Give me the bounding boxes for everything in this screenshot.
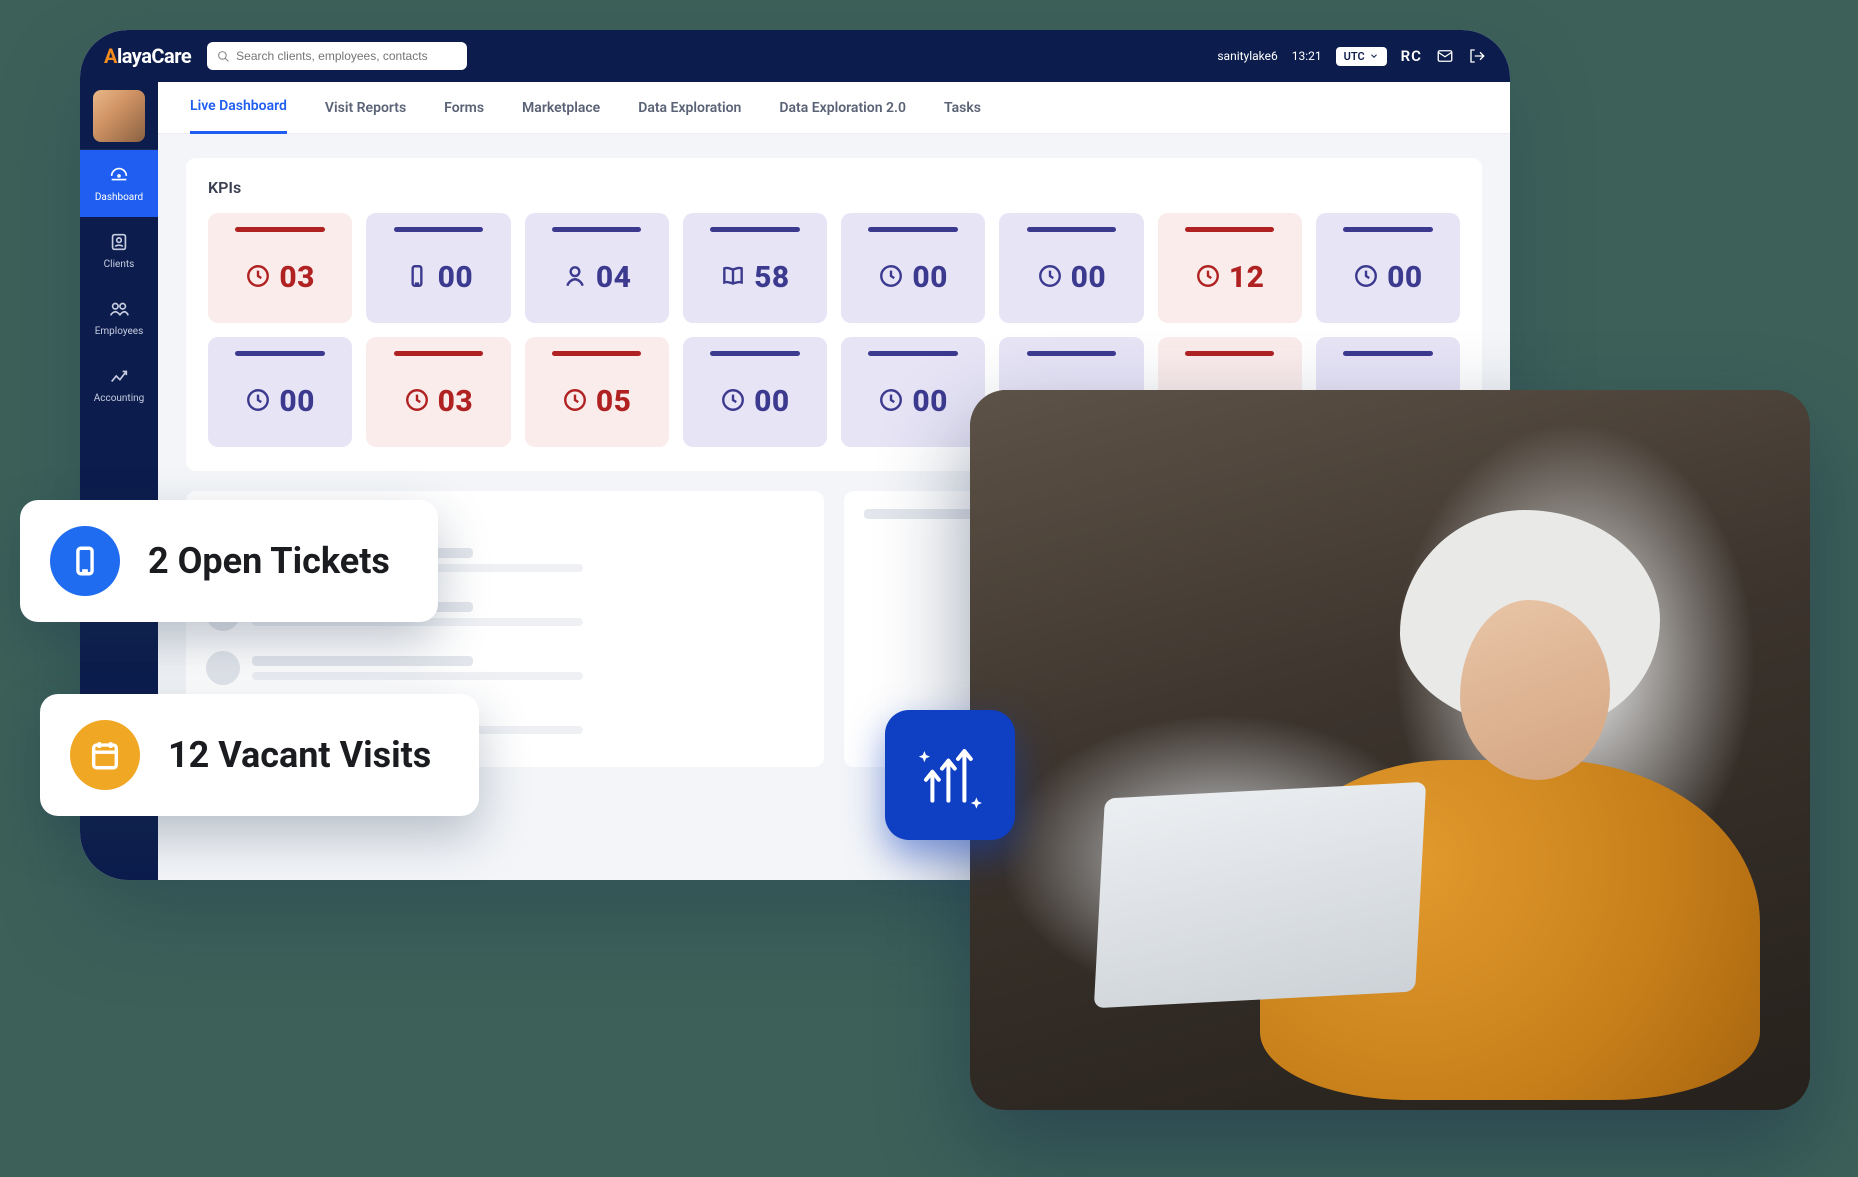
clock-icon xyxy=(720,387,746,417)
kpi-accent-bar xyxy=(1343,227,1432,232)
kpi-accent-bar xyxy=(552,227,641,232)
user-avatar[interactable] xyxy=(80,82,158,150)
timezone-select[interactable]: UTC xyxy=(1336,47,1387,66)
kpi-card[interactable]: 00 xyxy=(841,213,985,323)
chevron-down-icon xyxy=(1369,51,1379,61)
callout-vacant-visits-text: 12 Vacant Visits xyxy=(168,734,431,776)
hero-photo xyxy=(970,390,1810,1110)
kpi-value: 00 xyxy=(1071,260,1107,295)
tab-data-exploration[interactable]: Data Exploration xyxy=(638,82,741,134)
person-icon xyxy=(562,263,588,293)
kpi-card[interactable]: 03 xyxy=(366,337,510,447)
tab-visit-reports[interactable]: Visit Reports xyxy=(325,82,406,134)
search-input[interactable] xyxy=(236,49,457,63)
kpi-card[interactable]: 00 xyxy=(841,337,985,447)
tab-tasks[interactable]: Tasks xyxy=(944,82,981,134)
kpi-accent-bar xyxy=(235,351,324,356)
clock-icon xyxy=(404,387,430,417)
sidebar-item-clients[interactable]: Clients xyxy=(80,217,158,284)
clock-icon xyxy=(1353,263,1379,293)
kpi-card[interactable]: 58 xyxy=(683,213,827,323)
kpi-value: 03 xyxy=(279,260,315,295)
insights-badge xyxy=(885,710,1015,840)
brand-logo: AAlayaCarelayaCare xyxy=(104,44,191,68)
tab-forms[interactable]: Forms xyxy=(444,82,484,134)
header-right: sanitylake6 13:21 UTC RC xyxy=(1217,47,1486,66)
kpi-value: 00 xyxy=(754,384,790,419)
sidebar-label: Clients xyxy=(104,259,135,270)
kpi-card[interactable]: 04 xyxy=(525,213,669,323)
kpi-card[interactable]: 03 xyxy=(208,213,352,323)
kpi-value: 05 xyxy=(596,384,632,419)
top-bar: AAlayaCarelayaCare sanitylake6 13:21 UTC… xyxy=(80,30,1510,82)
book-icon xyxy=(720,263,746,293)
tab-live-dashboard[interactable]: Live Dashboard xyxy=(190,82,287,134)
kpi-accent-bar xyxy=(1185,351,1274,356)
kpi-value: 00 xyxy=(279,384,315,419)
kpi-accent-bar xyxy=(710,227,799,232)
clock-icon xyxy=(245,387,271,417)
kpi-accent-bar xyxy=(1027,227,1116,232)
kpi-value: 58 xyxy=(754,260,790,295)
kpi-accent-bar xyxy=(394,227,483,232)
callout-vacant-visits: 12 Vacant Visits xyxy=(40,694,479,816)
kpi-card[interactable]: 00 xyxy=(366,213,510,323)
tab-marketplace[interactable]: Marketplace xyxy=(522,82,600,134)
kpi-accent-bar xyxy=(394,351,483,356)
search-box[interactable] xyxy=(207,42,467,70)
tab-bar: Live Dashboard Visit Reports Forms Marketpl… xyxy=(158,82,1510,134)
user-initials[interactable]: RC xyxy=(1401,47,1422,65)
kpi-accent-bar xyxy=(1027,351,1116,356)
sidebar-item-dashboard[interactable]: Dashboard xyxy=(80,150,158,217)
kpi-card[interactable]: 00 xyxy=(999,213,1143,323)
kpi-card[interactable]: 05 xyxy=(525,337,669,447)
kpi-value: 04 xyxy=(596,260,632,295)
kpi-value: 00 xyxy=(912,384,948,419)
phone-icon xyxy=(404,263,430,293)
kpi-card[interactable]: 12 xyxy=(1158,213,1302,323)
phone-icon xyxy=(50,526,120,596)
kpi-card[interactable]: 00 xyxy=(683,337,827,447)
kpi-accent-bar xyxy=(868,227,957,232)
calendar-icon xyxy=(70,720,140,790)
kpi-section-title: KPIs xyxy=(208,178,1460,197)
clock-icon xyxy=(1195,263,1221,293)
kpi-accent-bar xyxy=(235,227,324,232)
clock-icon xyxy=(878,387,904,417)
kpi-value: 00 xyxy=(912,260,948,295)
clock-time: 13:21 xyxy=(1292,49,1322,63)
kpi-accent-bar xyxy=(868,351,957,356)
kpi-value: 00 xyxy=(1387,260,1423,295)
kpi-accent-bar xyxy=(552,351,641,356)
clock-icon xyxy=(562,387,588,417)
search-icon xyxy=(217,50,230,63)
kpi-card[interactable]: 00 xyxy=(1316,213,1460,323)
callout-open-tickets: 2 Open Tickets xyxy=(20,500,438,622)
sidebar-item-employees[interactable]: Employees xyxy=(80,284,158,351)
callout-open-tickets-text: 2 Open Tickets xyxy=(148,540,390,582)
tab-data-exploration-2-0[interactable]: Data Exploration 2.0 xyxy=(779,82,906,134)
kpi-card[interactable]: 00 xyxy=(208,337,352,447)
sidebar-label: Employees xyxy=(95,326,144,337)
kpi-accent-bar xyxy=(1185,227,1274,232)
kpi-value: 00 xyxy=(438,260,474,295)
arrows-up-icon xyxy=(910,735,990,815)
sidebar-label: Accounting xyxy=(94,393,145,404)
org-name: sanitylake6 xyxy=(1217,49,1277,63)
kpi-value: 03 xyxy=(438,384,474,419)
sidebar-item-accounting[interactable]: Accounting xyxy=(80,351,158,418)
logout-icon[interactable] xyxy=(1468,47,1486,65)
clock-icon xyxy=(1037,263,1063,293)
clock-icon xyxy=(245,263,271,293)
kpi-value: 12 xyxy=(1229,260,1265,295)
kpi-accent-bar xyxy=(1343,351,1432,356)
sidebar-label: Dashboard xyxy=(95,192,143,203)
kpi-accent-bar xyxy=(710,351,799,356)
mail-icon[interactable] xyxy=(1436,47,1454,65)
clock-icon xyxy=(878,263,904,293)
